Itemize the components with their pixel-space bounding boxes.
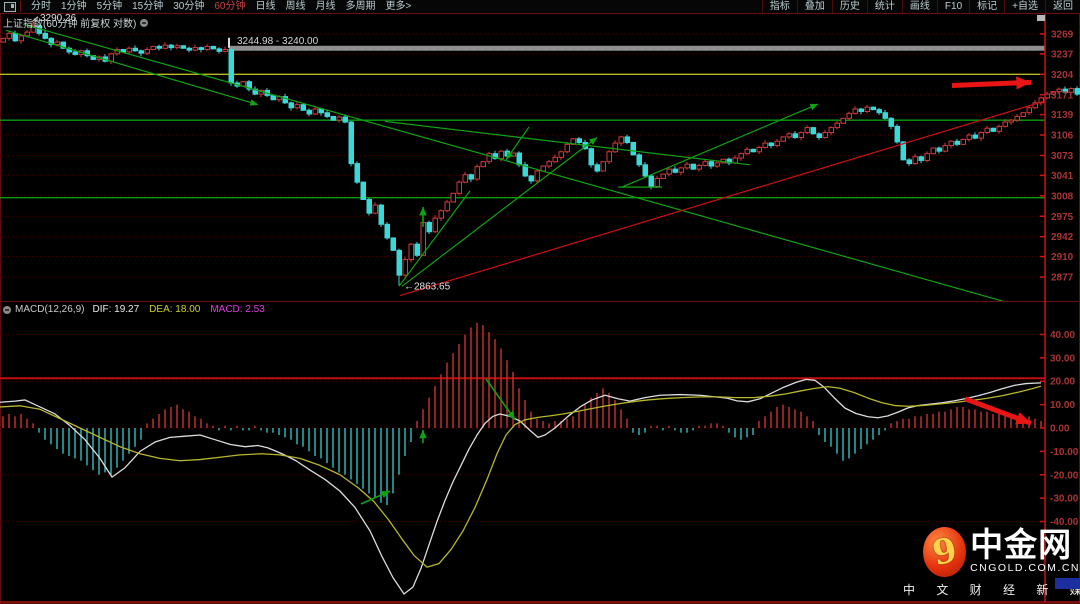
svg-text:3269: 3269 [1051,30,1074,41]
toolbar-action-叠加[interactable]: 叠加 [797,0,832,13]
macd-value: MACD: 2.53 [210,304,264,315]
gear-icon[interactable] [3,306,11,314]
svg-text:3008: 3008 [1051,191,1074,202]
tagline-text: 中 文 财 经 新 媒 [903,583,1080,597]
cngold-logo-icon: 9 [923,527,966,577]
dea-line [0,386,1041,567]
period-tab-周线[interactable]: 周线 [281,1,311,12]
dif-line [0,379,1041,594]
main-annotations: 3290.26←2863.653244.98 - 3240.00 [33,13,451,292]
window-icon[interactable] [4,2,16,12]
svg-text:3244.98 - 3240.00: 3244.98 - 3240.00 [237,36,319,47]
cngold-watermark: 9 中金网 CNGOLD.COM.CN 中 文 财 经 新 媒 体 [903,527,1080,598]
svg-text:2942: 2942 [1051,232,1074,243]
svg-text:30.00: 30.00 [1050,353,1075,364]
svg-text:-30.00: -30.00 [1050,494,1079,505]
dea-value: DEA: 18.00 [149,304,200,315]
toolbar-action-指标[interactable]: 指标 [762,0,797,13]
svg-text:40.00: 40.00 [1050,330,1075,341]
period-tab-日线[interactable]: 日线 [251,1,281,12]
svg-text:20.00: 20.00 [1050,377,1075,388]
gear-icon[interactable] [140,19,148,27]
period-tab-1分钟[interactable]: 1分钟 [56,1,92,12]
logo-domain: CNGOLD.COM.CN [970,562,1080,574]
logo-tagline: 中 文 财 经 新 媒 体 [903,581,1080,598]
svg-text:-20.00: -20.00 [1050,470,1079,481]
svg-text:-10.00: -10.00 [1050,447,1079,458]
svg-text:3139: 3139 [1051,110,1074,121]
period-tab-15分钟[interactable]: 15分钟 [127,1,168,12]
toolbar-action-标记[interactable]: 标记 [969,0,1004,13]
toolbar-action-画线[interactable]: 画线 [902,0,937,13]
period-tab-多周期[interactable]: 多周期 [341,1,381,12]
period-tab-分时[interactable]: 分时 [26,1,56,12]
main-gridlines [0,34,1045,277]
svg-text:3106: 3106 [1051,131,1074,142]
chart-canvas[interactable]: 3290.26←2863.653244.98 - 3240.0032693237… [0,0,1080,604]
svg-text:10.00: 10.00 [1050,400,1075,411]
svg-text:←2863.65: ←2863.65 [404,281,451,292]
toolbar-action-统计[interactable]: 统计 [867,0,902,13]
logo-text: 中金网 [970,530,1080,560]
svg-text:2910: 2910 [1051,252,1074,263]
gray-resistance-band [229,46,1045,51]
main-chart-title-row: 上证指数(60分钟 前复权 对数) [3,15,148,30]
svg-text:3041: 3041 [1051,171,1074,182]
svg-text:3073: 3073 [1051,151,1074,162]
dif-value: DIF: 19.27 [92,304,139,315]
candles [1,21,1080,285]
svg-text:0.00: 0.00 [1050,424,1070,435]
svg-text:3204: 3204 [1051,70,1074,81]
svg-text:2877: 2877 [1051,273,1074,284]
toolbar-separator [20,1,21,12]
toolbar-action-历史[interactable]: 历史 [832,0,867,13]
period-tab-更多>[interactable]: 更多> [381,1,417,12]
blue-strip [1055,578,1080,589]
macd-header-row: MACD(12,26,9) DIF: 19.27 DEA: 18.00 MACD… [3,304,265,315]
macd-indicator-label: MACD(12,26,9) [15,304,84,315]
top-toolbar: 分时1分钟5分钟15分钟30分钟60分钟日线周线月线多周期更多> 指标叠加历史统… [0,0,1080,14]
macd-gridlines [0,334,1045,521]
toolbar-action-+自选[interactable]: +自选 [1004,0,1045,13]
svg-text:3171: 3171 [1051,90,1074,101]
svg-text:3237: 3237 [1051,49,1074,60]
period-tab-5分钟[interactable]: 5分钟 [92,1,128,12]
period-tab-60分钟[interactable]: 60分钟 [209,1,250,12]
axis-corner-icon [1037,15,1045,21]
macd-histogram [3,323,1041,505]
toolbar-action-F10[interactable]: F10 [937,0,969,13]
macd-axis-labels: 40.00 30.00 20.00 10.00 0.00 -10.00 -20.00 -30.… [1040,330,1079,528]
period-tabs: 分时1分钟5分钟15分钟30分钟60分钟日线周线月线多周期更多> [26,0,416,13]
svg-text:2975: 2975 [1051,212,1074,223]
toolbar-action-返回[interactable]: 返回 [1045,0,1080,13]
chart-title: 上证指数(60分钟 前复权 对数) [3,15,136,30]
toolbar-actions: 指标叠加历史统计画线F10标记+自选返回 [762,0,1080,13]
logo-glyph: 9 [929,533,959,571]
period-tab-月线[interactable]: 月线 [311,1,341,12]
period-tab-30分钟[interactable]: 30分钟 [168,1,209,12]
